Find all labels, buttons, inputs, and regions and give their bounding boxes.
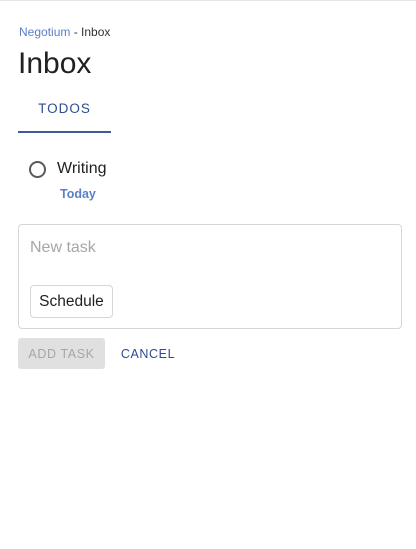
breadcrumb-app-link[interactable]: Negotium xyxy=(19,25,70,39)
add-task-button[interactable]: ADD TASK xyxy=(18,338,105,369)
cancel-button[interactable]: CANCEL xyxy=(113,338,183,369)
todo-title[interactable]: Writing xyxy=(57,159,107,179)
todo-due-date: Today xyxy=(60,187,96,201)
inbox-page: Negotium - Inbox Inbox TODOS Writing Tod… xyxy=(0,0,416,549)
breadcrumb-separator: - xyxy=(70,25,82,39)
tab-bar: TODOS xyxy=(18,93,111,133)
breadcrumb: Negotium - Inbox xyxy=(19,24,110,40)
schedule-button[interactable]: Schedule xyxy=(30,285,113,318)
new-task-composer: Schedule xyxy=(18,224,402,329)
page-title: Inbox xyxy=(18,47,92,80)
complete-circle-icon[interactable] xyxy=(29,161,46,178)
breadcrumb-current: Inbox xyxy=(81,25,111,39)
tab-todos[interactable]: TODOS xyxy=(18,93,111,133)
new-task-input[interactable] xyxy=(30,237,370,259)
list-item: Writing Today xyxy=(29,158,329,204)
